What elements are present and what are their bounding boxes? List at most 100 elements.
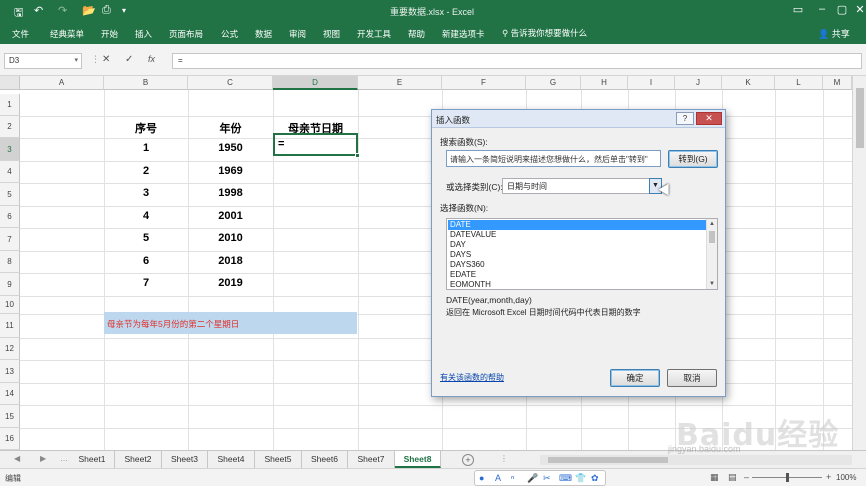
cell-seq[interactable]: 2 [104, 165, 188, 177]
tab-insert[interactable]: 插入 [135, 28, 152, 40]
column-header-selected[interactable]: D [273, 76, 358, 90]
row-header[interactable]: 5 [0, 183, 20, 206]
dialog-title-bar[interactable]: 插入函数 ? ✕ [432, 110, 725, 128]
header-cell-year[interactable]: 年份 [188, 120, 273, 136]
cell-year[interactable]: 1969 [188, 165, 273, 177]
sheet-tab[interactable]: Sheet1 [70, 451, 115, 468]
cell-seq[interactable]: 4 [104, 210, 188, 222]
row-header[interactable]: 11 [0, 314, 20, 338]
tab-help[interactable]: 帮助 [408, 28, 425, 40]
print-preview-icon[interactable]: ⎙ [102, 4, 111, 17]
row-header[interactable]: 1 [0, 94, 20, 116]
go-button[interactable]: 转到(G) [668, 150, 718, 168]
insert-function-icon[interactable]: fx [148, 54, 155, 64]
scroll-down-icon[interactable]: ▼ [707, 279, 717, 289]
vertical-scrollbar[interactable] [852, 76, 866, 450]
tab-formulas[interactable]: 公式 [221, 28, 238, 40]
column-header[interactable]: E [358, 76, 442, 90]
fill-handle[interactable] [355, 153, 360, 158]
help-icon[interactable]: ? [676, 112, 694, 125]
row-header[interactable]: 4 [0, 161, 20, 183]
scroll-up-icon[interactable]: ▲ [707, 219, 717, 229]
scroll-thumb[interactable] [709, 231, 715, 243]
formula-input[interactable]: = [172, 53, 862, 69]
column-header[interactable]: F [442, 76, 526, 90]
row-header[interactable]: 8 [0, 251, 20, 273]
tell-me-box[interactable]: ⚲ 告诉我你想要做什么 [502, 27, 587, 39]
column-header[interactable]: B [104, 76, 188, 90]
ime-mode-icon[interactable]: A [495, 473, 501, 483]
zoom-slider-knob[interactable] [786, 473, 789, 482]
ime-voice-icon[interactable]: 🎤 [527, 473, 538, 484]
close-window-icon[interactable]: ✕ [850, 3, 866, 16]
row-header[interactable]: 15 [0, 405, 20, 428]
name-box[interactable]: D3 ▾ [4, 53, 82, 69]
function-list-item[interactable]: DAY [448, 240, 706, 250]
close-icon[interactable]: ✕ [696, 112, 722, 125]
column-header[interactable]: H [581, 76, 628, 90]
row-header[interactable]: 9 [0, 273, 20, 296]
page-layout-view-icon[interactable]: ▤ [728, 472, 737, 483]
normal-view-icon[interactable]: ▦ [710, 472, 719, 483]
function-list-item[interactable]: DAYS [448, 250, 706, 260]
function-list-scrollbar[interactable]: ▲ ▼ [706, 219, 717, 289]
ribbon-options-icon[interactable]: ▭ [788, 3, 808, 16]
function-list-item[interactable]: DAYS360 [448, 260, 706, 270]
column-header[interactable]: J [675, 76, 722, 90]
row-header[interactable]: 6 [0, 206, 20, 228]
function-search-input[interactable]: 请输入一条简短说明来描述您想做什么，然后单击"转到" [446, 150, 661, 167]
tab-page-layout[interactable]: 页面布局 [169, 28, 203, 40]
select-all-corner[interactable] [0, 76, 20, 90]
undo-icon[interactable]: ↶ [34, 4, 43, 17]
cell-year[interactable]: 1950 [188, 142, 273, 154]
scroll-thumb[interactable] [856, 88, 864, 148]
cell-seq[interactable]: 3 [104, 187, 188, 199]
tab-review[interactable]: 审阅 [289, 28, 306, 40]
sheet-tab[interactable]: Sheet2 [115, 451, 162, 468]
cell-year[interactable]: 2018 [188, 255, 273, 267]
tab-split-grip[interactable]: ⋮ [500, 454, 508, 463]
column-header[interactable]: C [188, 76, 273, 90]
cell-year[interactable]: 2019 [188, 277, 273, 289]
function-list-item-selected[interactable]: DATE [448, 220, 706, 230]
sheet-tab[interactable]: Sheet6 [302, 451, 348, 468]
row-header[interactable]: 12 [0, 338, 20, 360]
row-header[interactable]: 7 [0, 228, 20, 251]
cell-year[interactable]: 1998 [188, 187, 273, 199]
tab-data[interactable]: 数据 [255, 28, 272, 40]
customize-icon[interactable]: ▾ [122, 6, 126, 15]
column-header[interactable]: M [823, 76, 852, 90]
sheet-tab[interactable]: Sheet5 [255, 451, 302, 468]
sheet-tab[interactable]: Sheet7 [348, 451, 395, 468]
cell-seq[interactable]: 1 [104, 142, 188, 154]
function-list-item[interactable]: DATEVALUE [448, 230, 706, 240]
column-header[interactable]: K [722, 76, 775, 90]
sheet-more-icon[interactable]: … [60, 454, 68, 463]
ime-logo-icon[interactable]: ● [479, 473, 484, 483]
ime-tools-icon[interactable]: ✂ [543, 473, 551, 484]
ok-button[interactable]: 确定 [610, 369, 660, 387]
function-list[interactable]: DATE DATEVALUE DAY DAYS DAYS360 EDATE EO… [446, 218, 718, 290]
column-header[interactable]: A [20, 76, 104, 90]
row-header[interactable]: 14 [0, 383, 20, 405]
row-header-selected[interactable]: 3 [0, 138, 20, 161]
redo-icon[interactable]: ↷ [58, 4, 67, 17]
row-header[interactable]: 10 [0, 296, 20, 314]
header-cell-seq[interactable]: 序号 [104, 120, 188, 136]
function-help-link[interactable]: 有关该函数的帮助 [440, 372, 504, 383]
tab-new-tab[interactable]: 新建选项卡 [442, 28, 485, 40]
next-sheet-icon[interactable]: ▶ [40, 454, 46, 463]
cell-year[interactable]: 2010 [188, 232, 273, 244]
cell-seq[interactable]: 6 [104, 255, 188, 267]
add-sheet-button[interactable]: + [462, 454, 474, 466]
save-icon[interactable]: 🖫 [14, 4, 23, 23]
sheet-tab-active[interactable]: Sheet8 [395, 451, 441, 468]
cell-seq[interactable]: 7 [104, 277, 188, 289]
tab-file[interactable]: 文件 [12, 28, 29, 40]
active-cell[interactable]: = [273, 133, 360, 158]
row-header[interactable]: 13 [0, 360, 20, 383]
sheet-tab[interactable]: Sheet3 [162, 451, 208, 468]
row-header[interactable]: 2 [0, 116, 20, 138]
zoom-level[interactable]: 100% [836, 473, 856, 482]
zoom-out-icon[interactable]: – [744, 472, 749, 482]
